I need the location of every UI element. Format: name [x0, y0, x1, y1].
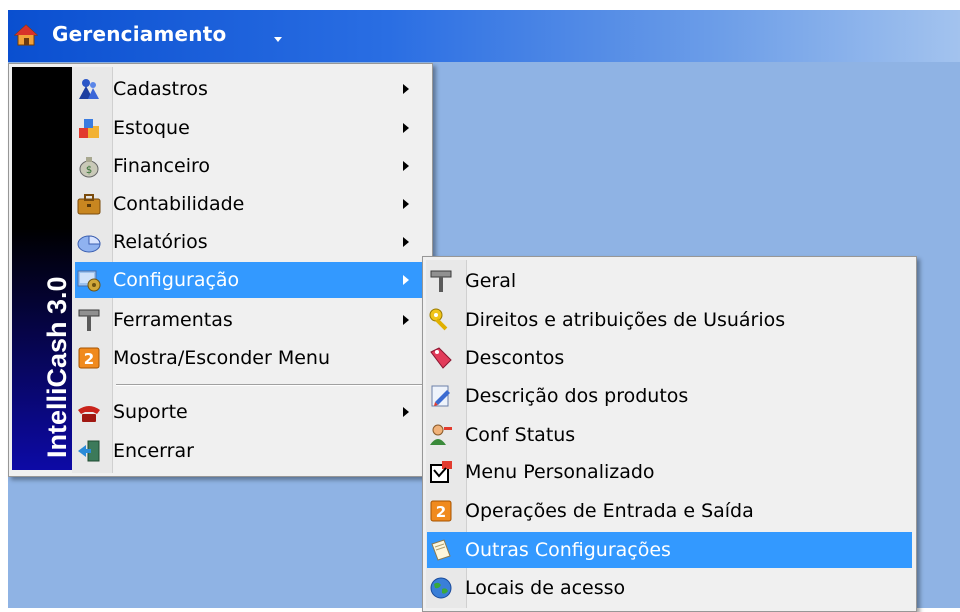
menu-item-suporte[interactable]: Suporte	[75, 394, 427, 430]
exit-door-icon	[77, 439, 101, 463]
submenu-item-descricao-produtos[interactable]: Descrição dos produtos	[427, 378, 912, 414]
note-icon	[429, 538, 453, 562]
user-status-icon	[429, 423, 453, 447]
submenu-arrow-icon	[403, 315, 409, 325]
menu-item-estoque[interactable]: Estoque	[75, 110, 427, 146]
menu-item-label: Locais de acesso	[465, 577, 626, 599]
home-icon[interactable]	[14, 23, 38, 47]
menu-item-financeiro[interactable]: $ Financeiro	[75, 148, 427, 184]
menu-item-label: Ferramentas	[113, 309, 233, 331]
chevron-down-icon[interactable]	[274, 37, 282, 42]
menu-item-label: Suporte	[113, 401, 188, 423]
svg-text:2: 2	[84, 350, 94, 368]
submenu-item-descontos[interactable]: Descontos	[427, 340, 912, 376]
menu-item-label: Configuração	[113, 269, 240, 291]
hammer-icon	[429, 269, 453, 293]
menu-item-label: Direitos e atribuições de Usuários	[465, 309, 786, 331]
top-menu-bar: Gerenciamento	[8, 10, 960, 62]
menu-item-cadastros[interactable]: Cadastros	[75, 71, 427, 107]
menu-separator	[116, 384, 430, 386]
submenu-arrow-icon	[403, 123, 409, 133]
edit-doc-icon	[429, 384, 453, 408]
money-bag-icon: $	[77, 154, 101, 178]
submenu-arrow-icon	[403, 275, 409, 285]
submenu-item-conf-status[interactable]: Conf Status	[427, 417, 912, 453]
hammer-icon	[77, 308, 101, 332]
submenu-arrow-icon	[403, 161, 409, 171]
menu-item-label: Relatórios	[113, 231, 208, 253]
people-icon	[77, 77, 101, 101]
menu-item-label: Menu Personalizado	[465, 461, 655, 483]
globe-icon	[429, 576, 453, 600]
submenu-item-menu-personalizado[interactable]: Menu Personalizado	[427, 454, 912, 490]
menu-item-label: Conf Status	[465, 424, 576, 446]
menu-item-contabilidade[interactable]: Contabilidade	[75, 186, 427, 222]
submenu-item-operacoes[interactable]: 2 Operações de Entrada e Saída	[427, 493, 912, 529]
submenu-arrow-icon	[403, 84, 409, 94]
svg-text:2: 2	[436, 503, 446, 521]
submenu-item-direitos[interactable]: Direitos e atribuições de Usuários	[427, 302, 912, 338]
brand-label: IntelliCash 3.0	[42, 276, 72, 458]
menu-item-label: Descontos	[465, 347, 565, 369]
orange-swap-icon: 2	[77, 346, 101, 370]
brand-band: IntelliCash 3.0	[12, 67, 72, 470]
custom-menu-icon	[429, 460, 453, 484]
menu-item-label: Operações de Entrada e Saída	[465, 500, 754, 522]
menu-item-relatorios[interactable]: Relatórios	[75, 224, 427, 260]
tag-icon	[429, 346, 453, 370]
submenu-item-locais-acesso[interactable]: Locais de acesso	[427, 570, 912, 606]
menu-item-label: Financeiro	[113, 155, 210, 177]
menu-item-label: Outras Configurações	[465, 539, 671, 561]
submenu-item-outras-configuracoes[interactable]: Outras Configurações	[427, 532, 912, 568]
submenu-arrow-icon	[403, 199, 409, 209]
key-icon	[429, 308, 453, 332]
menu-item-label: Descrição dos produtos	[465, 385, 689, 407]
menu-item-label: Encerrar	[113, 440, 194, 462]
submenu-configuracao: Geral Direitos e atribuições de Usuários…	[422, 256, 917, 612]
menu-item-label: Estoque	[113, 117, 190, 139]
phone-icon	[77, 400, 101, 424]
menu-item-encerrar[interactable]: Encerrar	[75, 433, 427, 469]
svg-text:$: $	[86, 165, 92, 176]
menu-item-mostra-esconder[interactable]: 2 Mostra/Esconder Menu	[75, 340, 427, 376]
main-menu: IntelliCash 3.0 Cadastros Estoque $ Fina…	[8, 63, 433, 477]
menu-title[interactable]: Gerenciamento	[52, 22, 226, 46]
menu-item-label: Mostra/Esconder Menu	[113, 347, 331, 369]
boxes-icon	[77, 116, 101, 140]
config-icon	[77, 268, 101, 292]
submenu-arrow-icon	[403, 237, 409, 247]
briefcase-icon	[77, 192, 101, 216]
orange-swap-icon: 2	[429, 499, 453, 523]
menu-item-label: Contabilidade	[113, 193, 245, 215]
submenu-item-geral[interactable]: Geral	[427, 263, 912, 299]
menu-item-label: Geral	[465, 270, 517, 292]
menu-item-ferramentas[interactable]: Ferramentas	[75, 302, 427, 338]
menu-item-label: Cadastros	[113, 78, 208, 100]
submenu-arrow-icon	[403, 407, 409, 417]
menu-item-configuracao[interactable]: Configuração	[75, 262, 427, 298]
pie-chart-icon	[77, 230, 101, 254]
